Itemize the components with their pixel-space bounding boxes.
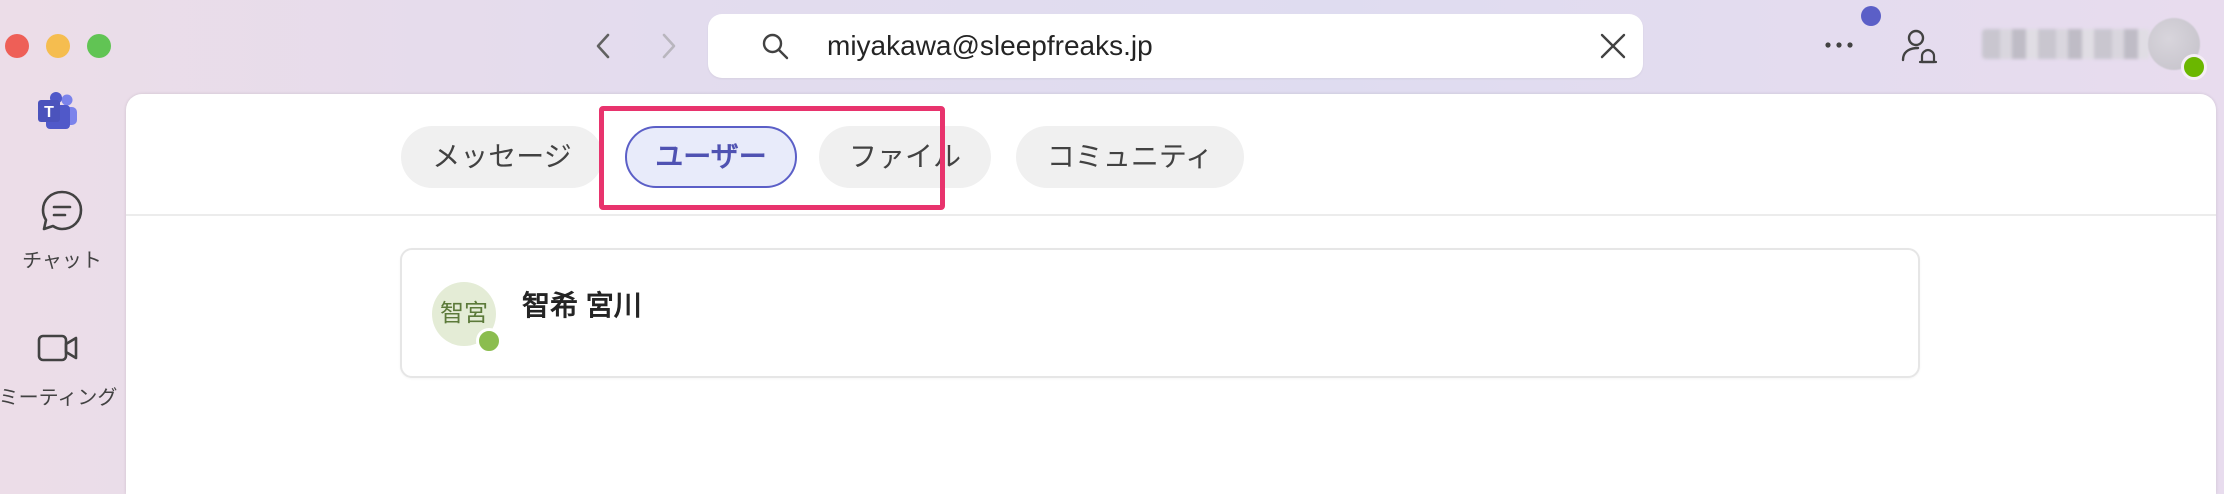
presence-available-badge [476, 328, 502, 354]
chevron-left-icon [596, 33, 610, 59]
search-icon [762, 33, 789, 60]
presence-available-badge [2181, 54, 2207, 80]
tab-users[interactable]: ユーザー [625, 126, 797, 188]
window-close-button[interactable] [5, 34, 29, 58]
rail-item-meetings[interactable]: ミーティング [0, 325, 120, 410]
user-name: 智希 宮川 [522, 290, 642, 321]
more-horizontal-icon[interactable] [1822, 32, 1856, 58]
user-result-card[interactable]: 智宮 智希 宮川 [400, 248, 1920, 378]
tab-messages[interactable]: メッセージ [401, 126, 603, 188]
rail-item-label: ミーティング [0, 387, 118, 409]
forward-button[interactable] [650, 28, 686, 64]
window-minimize-button[interactable] [46, 34, 70, 58]
notification-dot [1861, 6, 1881, 26]
chevron-right-icon [662, 33, 676, 59]
rail-item-chat[interactable]: チャット [0, 188, 124, 273]
tab-communities[interactable]: コミュニティ [1016, 126, 1244, 188]
search-input[interactable]: miyakawa@sleepfreaks.jp [827, 30, 1153, 62]
app-rail: T チャット ミーティング [0, 80, 124, 432]
tab-files[interactable]: ファイル [819, 126, 991, 188]
close-icon[interactable] [1598, 31, 1628, 61]
svg-text:T: T [44, 104, 54, 121]
teams-logo-icon[interactable]: T [36, 90, 80, 134]
search-results-panel: メッセージ ユーザー ファイル コミュニティ 智宮 智希 宮川 [126, 94, 2216, 494]
video-camera-icon [37, 334, 78, 362]
person-bell-icon[interactable] [1898, 26, 1940, 68]
search-box[interactable]: miyakawa@sleepfreaks.jp [708, 14, 1643, 78]
tabs-divider [126, 214, 2216, 216]
account-name-redacted [1982, 29, 2150, 59]
rail-item-label: チャット [22, 250, 102, 272]
window-maximize-button[interactable] [87, 34, 111, 58]
back-button[interactable] [586, 28, 622, 64]
chat-icon [41, 190, 83, 231]
